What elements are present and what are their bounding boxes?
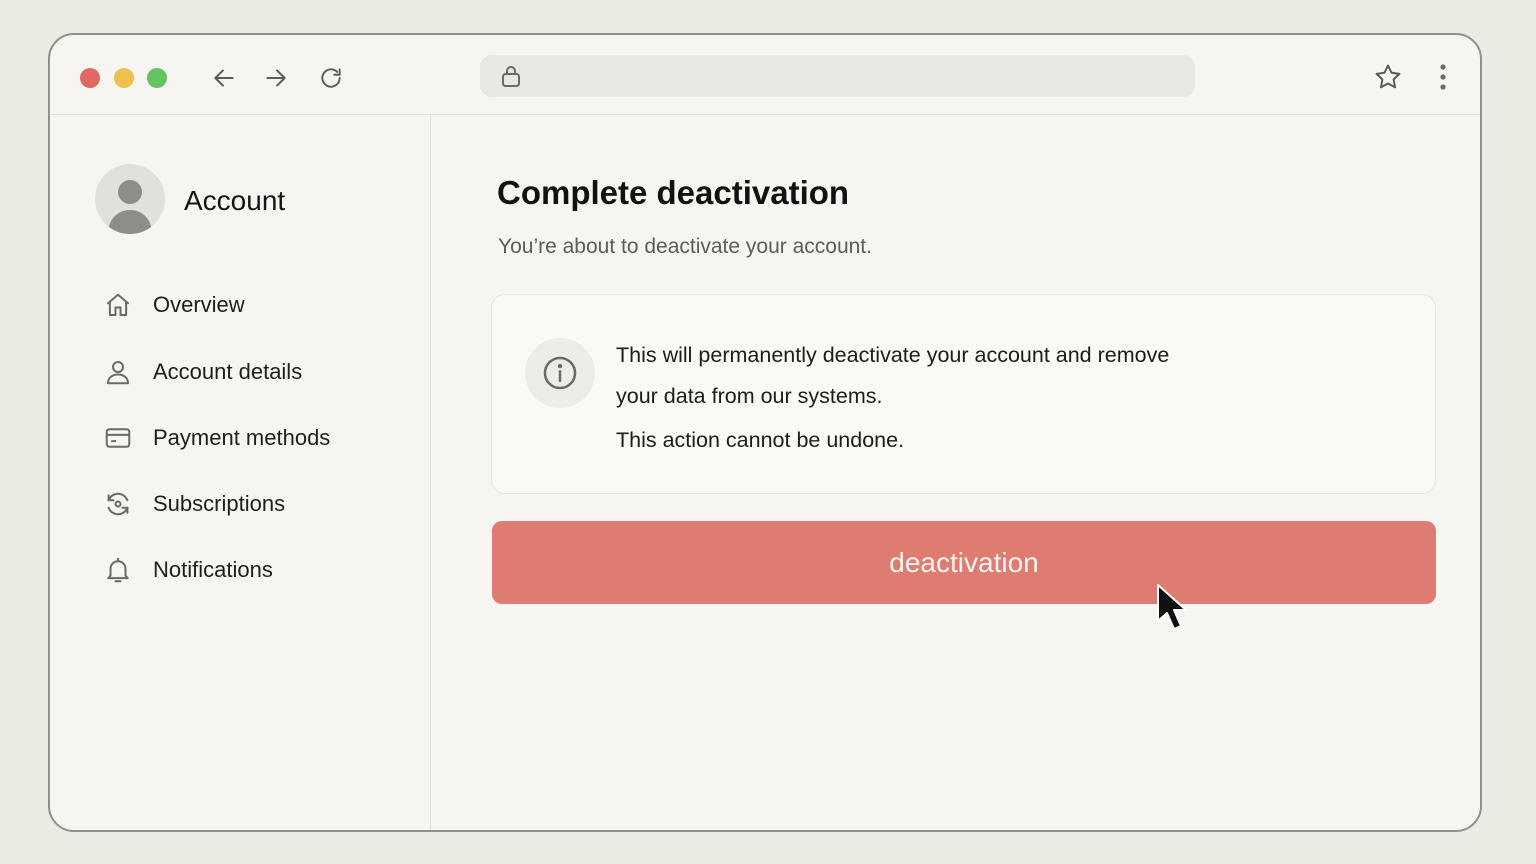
minimize-window-button[interactable] [114, 68, 134, 88]
warning-card: This will permanently deactivate your ac… [491, 294, 1436, 494]
star-icon [1375, 64, 1401, 89]
sidebar-item-notifications[interactable]: Notifications [100, 548, 400, 592]
arrow-left-icon [214, 69, 234, 87]
forward-button[interactable] [259, 61, 293, 95]
lock-icon [502, 66, 520, 87]
warning-line: your data from our systems. [616, 384, 883, 408]
vertical-dots-icon [1440, 64, 1446, 90]
browser-window: Account Overview Account details Payment… [48, 33, 1482, 832]
bell-icon [100, 552, 136, 588]
info-icon-badge [525, 338, 595, 408]
credit-card-icon [100, 420, 136, 456]
user-icon [100, 354, 136, 390]
bookmark-button[interactable] [1370, 59, 1406, 95]
info-icon [543, 356, 577, 390]
close-window-button[interactable] [80, 68, 100, 88]
back-button[interactable] [207, 61, 241, 95]
sidebar-item-subscriptions[interactable]: Subscriptions [100, 482, 400, 526]
sidebar-item-overview[interactable]: Overview [100, 283, 400, 327]
sidebar-item-label: Notifications [153, 557, 273, 582]
sidebar-title: Account [184, 185, 286, 216]
warning-line: This action cannot be undone. [616, 428, 905, 452]
home-icon [100, 287, 136, 323]
subscription-icon [100, 486, 136, 522]
avatar [95, 164, 165, 234]
reload-icon [321, 68, 341, 88]
user-avatar-icon [108, 180, 152, 234]
sidebar-item-label: Overview [153, 292, 245, 317]
sidebar-item-label: Payment methods [153, 425, 331, 450]
page-subtitle: You’re about to deactivate your account. [498, 235, 872, 258]
warning-text: This will permanently deactivate your ac… [616, 335, 1169, 461]
arrow-right-icon [266, 69, 286, 87]
address-bar[interactable] [480, 55, 1195, 97]
sidebar: Account Overview Account details Payment… [50, 116, 431, 830]
page-title: Complete deactivation [497, 174, 850, 211]
browser-toolbar [50, 35, 1480, 115]
sidebar-item-label: Account details [153, 359, 303, 384]
more-menu-button[interactable] [1425, 59, 1461, 95]
reload-button[interactable] [314, 61, 348, 95]
sidebar-item-payment-methods[interactable]: Payment methods [100, 416, 400, 460]
sidebar-item-label: Subscriptions [153, 491, 286, 516]
main-content: Complete deactivation You’re about to de… [432, 116, 1480, 830]
maximize-window-button[interactable] [147, 68, 167, 88]
warning-line: This will permanently deactivate your ac… [616, 343, 1170, 367]
sidebar-item-account-details[interactable]: Account details [100, 350, 400, 394]
deactivation-button[interactable]: deactivation [492, 521, 1436, 604]
